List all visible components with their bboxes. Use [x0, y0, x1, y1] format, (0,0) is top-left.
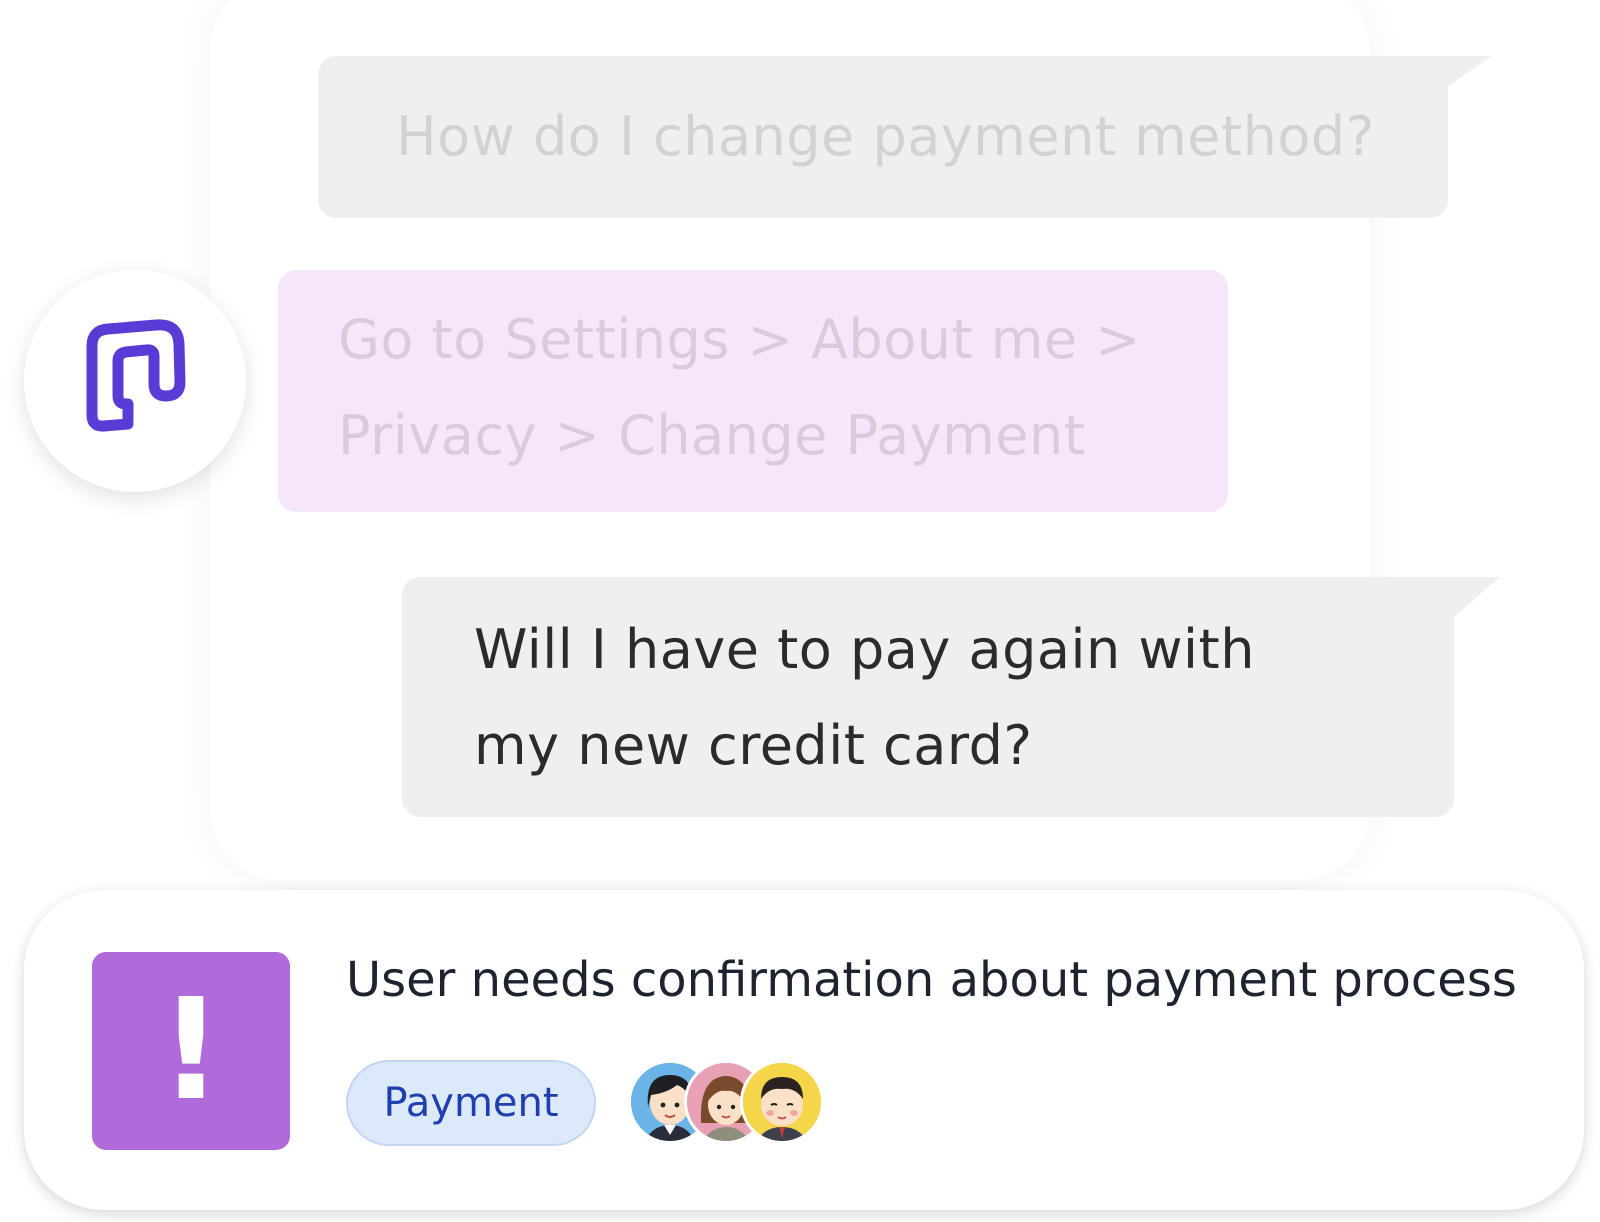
escalation-alert-card[interactable]: ! User needs confirmation about payment … [24, 890, 1584, 1210]
message-text: my new credit card? [474, 714, 1033, 777]
exclamation-icon: ! [92, 952, 290, 1150]
bot-avatar [24, 270, 246, 492]
agent-man-avatar[interactable] [740, 1060, 824, 1144]
bot-message-bubble: Go to Settings > About me > Privacy > Ch… [278, 270, 1228, 512]
chat-escalation-illustration: How do I change payment method? Go to Se… [0, 0, 1600, 1222]
message-text: Go to Settings > About me > [338, 308, 1142, 371]
message-text: Will I have to pay again with [474, 618, 1255, 681]
bubble-tail [1448, 56, 1492, 86]
bubble-tail [1454, 577, 1500, 617]
message-text: Privacy > Change Payment [338, 404, 1086, 467]
user-message-bubble: How do I change payment method? [318, 56, 1492, 218]
man-face-icon [743, 1063, 821, 1141]
user-message-bubble: Will I have to pay again with my new cre… [402, 577, 1500, 817]
alert-summary: User needs confirmation about payment pr… [346, 952, 1517, 1008]
topic-tag[interactable]: Payment [346, 1060, 596, 1146]
message-text: How do I change payment method? [396, 105, 1375, 168]
brand-logo-icon [86, 319, 186, 432]
